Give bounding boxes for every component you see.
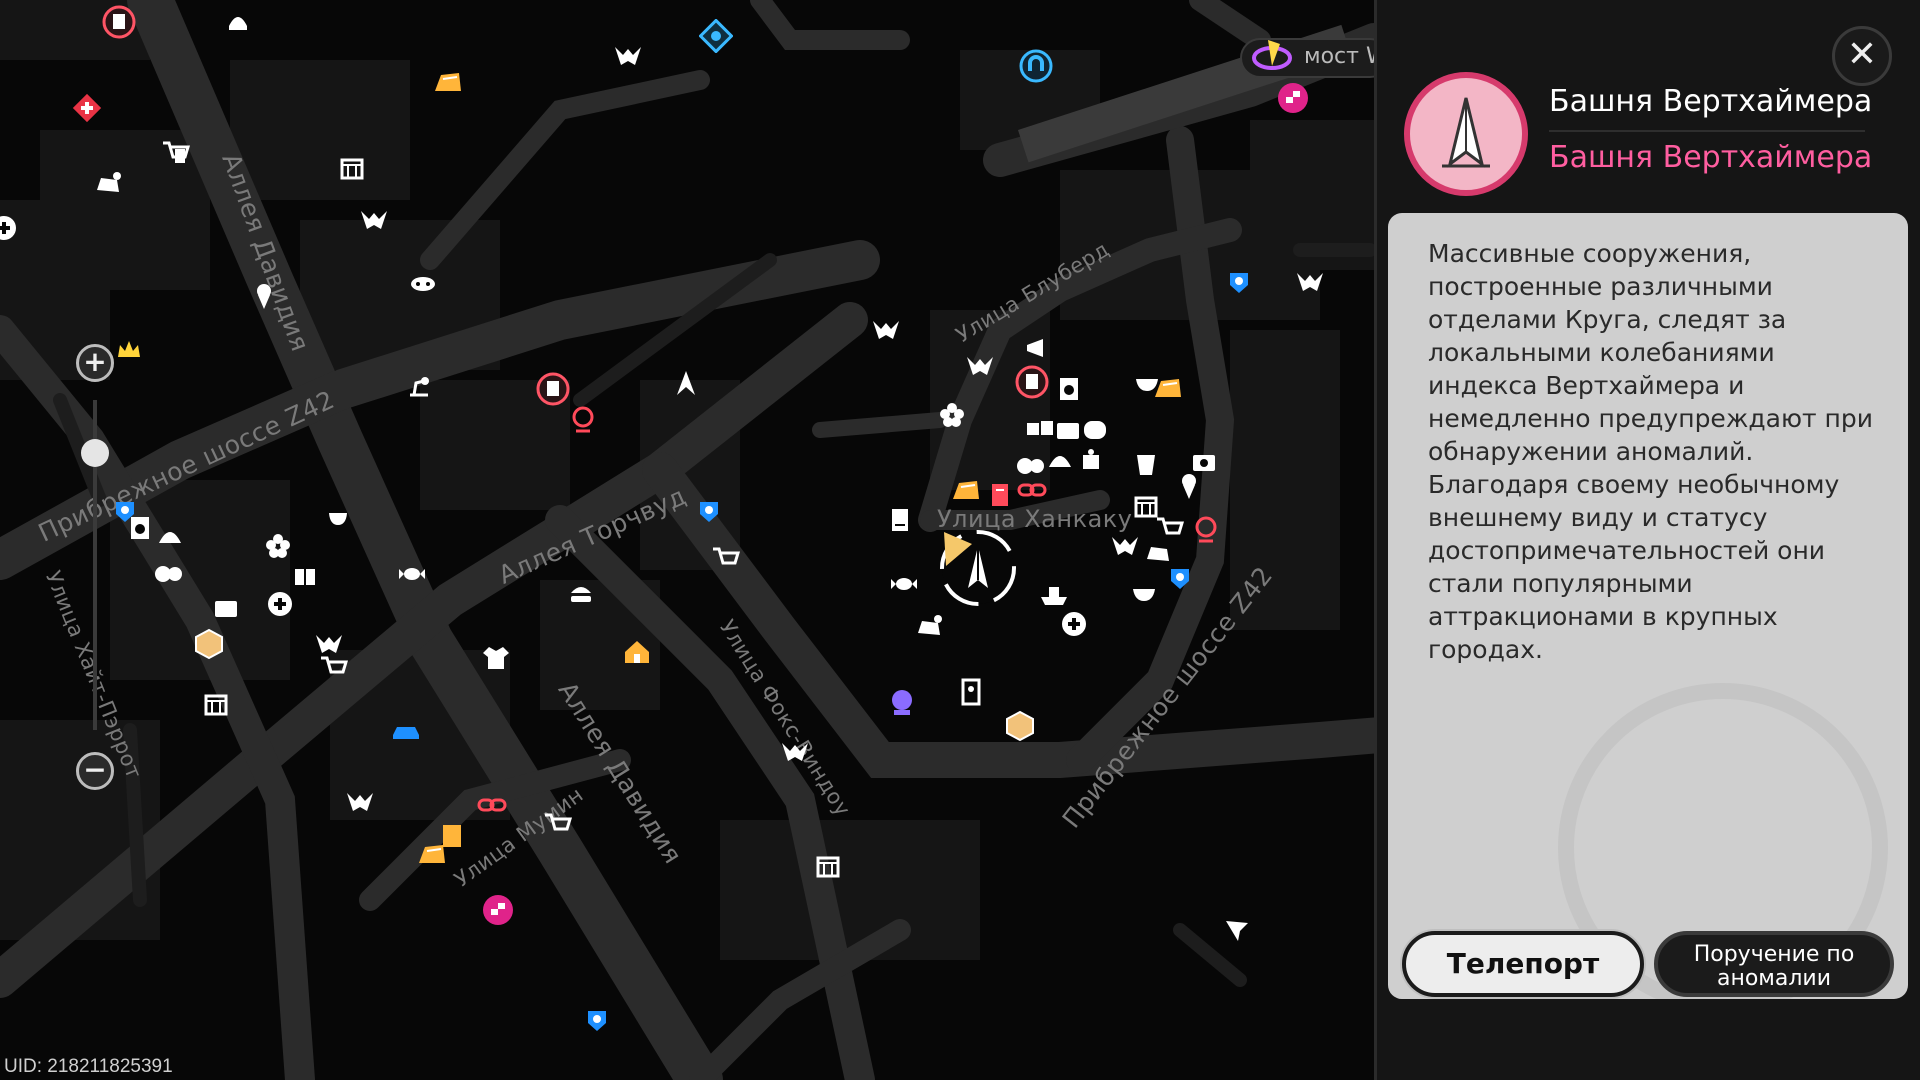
zoom-out-button[interactable]: − [76, 752, 114, 790]
shop-cluster-icon[interactable] [1043, 443, 1077, 477]
candy-icon[interactable] [887, 567, 921, 601]
flower-icon[interactable] [935, 398, 969, 432]
shop-cart-icon[interactable] [541, 807, 575, 841]
title-divider [1549, 130, 1865, 132]
car-icon[interactable] [389, 713, 423, 747]
landmark-icon[interactable] [669, 367, 703, 401]
faction-badge-icon[interactable] [580, 1003, 614, 1037]
close-button[interactable]: ✕ [1832, 26, 1892, 86]
burger-icon[interactable] [564, 577, 598, 611]
wolf-emblem-icon[interactable] [1108, 529, 1142, 563]
shop-cluster-icon[interactable] [151, 557, 185, 591]
hollow-zero-icon[interactable] [1015, 365, 1049, 399]
plus-marker-icon[interactable] [1057, 607, 1091, 641]
crystal-ball-icon[interactable] [885, 685, 919, 719]
waypoint-chip[interactable]: мост W [1240, 38, 1390, 78]
wolf-emblem-icon[interactable] [611, 39, 645, 73]
candy-icon[interactable] [395, 557, 429, 591]
supply-box-icon[interactable] [431, 65, 465, 99]
ice-cream-icon[interactable] [247, 279, 281, 313]
vending-icon[interactable] [983, 478, 1017, 512]
hollow-zero-icon[interactable] [536, 372, 570, 406]
wolf-emblem-icon[interactable] [343, 785, 377, 819]
location-subtitle: Башня Вертхаймера [1549, 140, 1873, 175]
phone-booth-icon[interactable] [954, 675, 988, 709]
wolf-emblem-icon[interactable] [869, 313, 903, 347]
faction-badge-icon[interactable] [1222, 265, 1256, 299]
tv-icon[interactable] [209, 591, 243, 625]
wolf-emblem-icon[interactable] [1293, 265, 1327, 299]
wolf-emblem-icon[interactable] [963, 349, 997, 383]
ice-cream-icon[interactable] [1172, 469, 1206, 503]
coffee-icon[interactable] [322, 499, 356, 533]
robot-icon[interactable] [1074, 445, 1108, 479]
agent-pin-icon[interactable] [1189, 513, 1223, 547]
drink-icon[interactable] [1129, 447, 1163, 481]
uid-label: UID: 218211825391 [4, 1056, 173, 1077]
medical-icon[interactable] [70, 91, 104, 125]
mask-icon[interactable] [406, 267, 440, 301]
shop-cart-icon[interactable] [709, 541, 743, 575]
building-icon[interactable] [199, 687, 233, 721]
faction-badge-icon[interactable] [692, 494, 726, 528]
zoom-in-button[interactable]: + [76, 344, 114, 382]
shop-cluster-icon[interactable] [1078, 413, 1112, 447]
wolf-emblem-icon[interactable] [357, 203, 391, 237]
hollow-zero-icon[interactable] [102, 5, 136, 39]
wolf-emblem-icon[interactable] [778, 735, 812, 769]
ship-icon[interactable] [1037, 577, 1071, 611]
supply-box-icon[interactable] [435, 819, 469, 853]
plus-marker-icon[interactable] [0, 211, 21, 245]
link-icon[interactable] [475, 788, 509, 822]
crate-icon[interactable] [1003, 709, 1037, 743]
tower-icon [1404, 72, 1528, 196]
race-flag-icon[interactable] [481, 893, 515, 927]
laundry-icon[interactable] [123, 511, 157, 545]
building-icon[interactable] [811, 849, 845, 883]
book-icon[interactable] [883, 503, 917, 537]
shop-cluster-icon[interactable] [153, 519, 187, 553]
zoom-slider-handle[interactable] [81, 438, 109, 467]
link-icon[interactable] [1015, 473, 1049, 507]
description-card: Массивные сооружения, построенные различ… [1388, 213, 1908, 999]
anomaly-commission-button[interactable]: Поручение по аномалии [1654, 931, 1894, 997]
megaphone-icon[interactable] [1021, 331, 1055, 365]
shop-cart-icon[interactable] [317, 650, 351, 684]
race-flag-icon[interactable] [1276, 81, 1310, 115]
rally-point-icon[interactable] [221, 4, 255, 38]
selected-tower-marker[interactable] [936, 526, 1020, 610]
laundry-icon[interactable] [1052, 372, 1086, 406]
building-icon[interactable] [335, 151, 369, 185]
location-title: Башня Вертхаймера [1549, 84, 1873, 119]
clothing-icon[interactable] [479, 641, 513, 675]
faction-badge-icon[interactable] [1163, 561, 1197, 595]
location-description: Массивные сооружения, построенные различ… [1428, 239, 1873, 664]
agent-pin-icon[interactable] [566, 403, 600, 437]
lamp-icon[interactable] [402, 371, 436, 405]
pet-icon[interactable] [91, 166, 125, 200]
home-icon[interactable] [620, 635, 654, 669]
magnet-shop-icon[interactable] [1019, 49, 1053, 83]
noodle-shop-icon[interactable] [1130, 363, 1164, 397]
teleport-button[interactable]: Телепорт [1402, 931, 1644, 997]
compass-icon [1250, 34, 1294, 78]
crown-icon[interactable] [112, 333, 146, 367]
gift-icon[interactable] [288, 557, 322, 591]
supply-box-icon[interactable] [949, 473, 983, 507]
crate-icon[interactable] [192, 627, 226, 661]
hollow-portal-icon[interactable] [699, 19, 733, 53]
shop-cart-icon[interactable] [159, 135, 193, 169]
eagle-icon[interactable] [1220, 911, 1254, 945]
pet-icon[interactable] [912, 609, 946, 643]
plus-marker-icon[interactable] [263, 587, 297, 621]
noodle-shop-icon[interactable] [1127, 573, 1161, 607]
